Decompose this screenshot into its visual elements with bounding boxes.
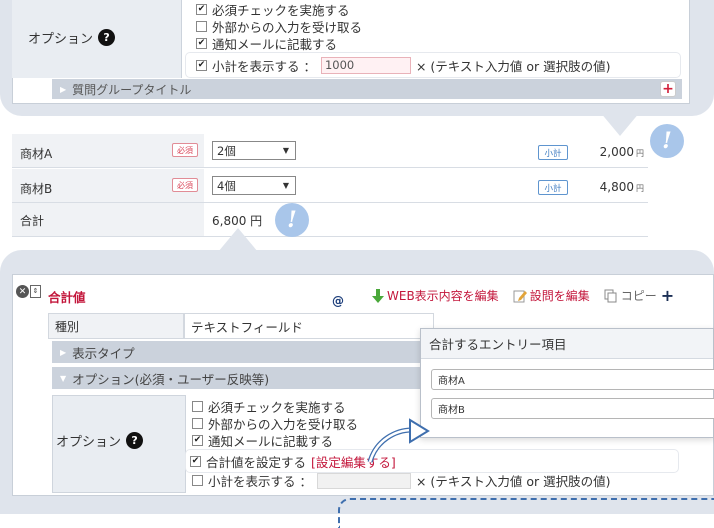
checkbox-checked-icon[interactable]: ✔ xyxy=(196,59,207,71)
option-notify-mail[interactable]: ✔ 通知メールに記載する xyxy=(192,432,358,449)
checkbox-unchecked-icon[interactable] xyxy=(192,401,203,412)
option-required-check[interactable]: 必須チェックを実施する xyxy=(192,398,358,415)
subtotal-badge: 小計 xyxy=(538,180,568,195)
triangle-right-icon: ▶ xyxy=(60,347,67,357)
quantity-select-b[interactable]: 4個 ▼ xyxy=(212,176,296,195)
exclamation-bubble-icon: ! xyxy=(275,203,309,237)
popup-title: 合計するエントリー項目 xyxy=(421,329,713,359)
display-type-bar[interactable]: ▶ 表示タイプ xyxy=(52,341,432,363)
block-title: 合計値 xyxy=(48,290,86,305)
callout-tail xyxy=(218,228,258,252)
pointer-arrow-icon xyxy=(367,418,430,463)
options-label: オプション ? xyxy=(28,28,116,47)
row-label: 商材A xyxy=(20,147,53,161)
checkbox-checked-icon[interactable]: ✔ xyxy=(190,455,201,467)
add-group-button[interactable]: + xyxy=(660,81,676,97)
top-options-list: ✔ 必須チェックを実施する 外部からの入力を受け取る ✔ 通知メールに記載する xyxy=(196,1,362,52)
option-subtotal[interactable]: 小計を表示する ： × (テキスト入力値 or 選択肢の値) xyxy=(192,472,611,489)
entry-item[interactable]: 商材A xyxy=(431,369,714,390)
total-entry-popup: 合計するエントリー項目 商材A 商材B xyxy=(420,328,714,438)
options-section-bar[interactable]: ▼ オプション(必須・ユーザー反映等) xyxy=(52,367,432,389)
type-label-cell: 種別 xyxy=(48,313,184,339)
dropdown-arrow-icon: ▼ xyxy=(282,181,289,190)
type-value-cell: テキストフィールド xyxy=(184,313,434,339)
dashed-connector xyxy=(338,498,714,528)
checkbox-checked-icon[interactable]: ✔ xyxy=(196,38,207,49)
dropdown-arrow-icon: ▼ xyxy=(282,146,289,155)
total-value: 6,800 円 xyxy=(212,214,263,228)
row-label: 商材B xyxy=(20,182,53,196)
triangle-right-icon: ▶ xyxy=(60,84,67,94)
edit-web-display-button[interactable]: WEB表示内容を編集 xyxy=(372,287,499,304)
checkbox-unchecked-icon[interactable] xyxy=(196,21,207,32)
options-label-text: オプション xyxy=(28,32,94,47)
help-icon[interactable]: ? xyxy=(98,29,116,46)
checkbox-unchecked-icon[interactable] xyxy=(192,418,203,429)
checkbox-checked-icon[interactable]: ✔ xyxy=(192,435,203,446)
bottom-options-list: 必須チェックを実施する 外部からの入力を受け取る ✔ 通知メールに記載する xyxy=(192,398,358,449)
checkbox-checked-icon[interactable]: ✔ xyxy=(196,4,207,15)
checkbox-unchecked-icon[interactable] xyxy=(192,475,203,486)
subtotal-amount: 2,000 円 xyxy=(599,145,644,159)
required-badge: 必須 xyxy=(172,178,198,192)
subtotal-amount: 4,800 円 xyxy=(599,180,644,194)
quantity-select-a[interactable]: 2個 ▼ xyxy=(212,141,296,160)
delete-icon[interactable]: ✕ xyxy=(16,285,29,298)
block-toolbar: WEB表示内容を編集 設問を編集 コピー + xyxy=(372,286,674,305)
at-icon: @ xyxy=(332,294,344,308)
subtotal-option-label: 小計を表示する ： xyxy=(212,58,316,74)
option-external-input[interactable]: 外部からの入力を受け取る xyxy=(192,415,358,432)
copy-button[interactable]: コピー xyxy=(604,287,657,304)
add-button[interactable]: + xyxy=(661,286,674,305)
subtotal-option-row: ✔ 小計を表示する ： 1000 × (テキスト入力値 or 選択肢の値) xyxy=(186,53,680,77)
edit-question-button[interactable]: 設問を編集 xyxy=(513,287,590,304)
subtotal-multiplier-input[interactable] xyxy=(316,472,411,489)
entry-item[interactable]: 商材B xyxy=(431,398,714,419)
total-label: 合計 xyxy=(20,214,45,228)
option-external-input[interactable]: 外部からの入力を受け取る xyxy=(196,18,362,35)
question-group-title-bar[interactable]: ▶ 質問グループタイトル xyxy=(52,79,682,99)
required-badge: 必須 xyxy=(172,143,198,157)
question-group-title: 質問グループタイトル xyxy=(72,82,192,97)
subtotal-multiplier-input[interactable]: 1000 xyxy=(320,56,411,74)
copy-icon xyxy=(604,289,617,302)
options-label: オプション ? xyxy=(56,431,144,450)
exclamation-bubble-icon: ! xyxy=(650,124,684,158)
triangle-down-icon: ▼ xyxy=(60,373,67,383)
option-required-check[interactable]: ✔ 必須チェックを実施する xyxy=(196,1,362,18)
block-controls: ✕ ⇕ xyxy=(16,285,41,298)
arrow-down-green-icon xyxy=(372,288,384,303)
reorder-icon[interactable]: ⇕ xyxy=(30,285,41,298)
total-option-label: 合計値を設定する xyxy=(206,454,307,470)
total-value-option-row: ✔ 合計値を設定する [設定編集する] xyxy=(186,450,678,472)
help-icon[interactable]: ? xyxy=(126,432,144,449)
option-notify-mail[interactable]: ✔ 通知メールに記載する xyxy=(196,35,362,52)
edit-pencil-icon xyxy=(513,290,527,302)
subtotal-option-suffix: × (テキスト入力値 or 選択肢の値) xyxy=(415,58,611,74)
subtotal-badge: 小計 xyxy=(538,145,568,160)
